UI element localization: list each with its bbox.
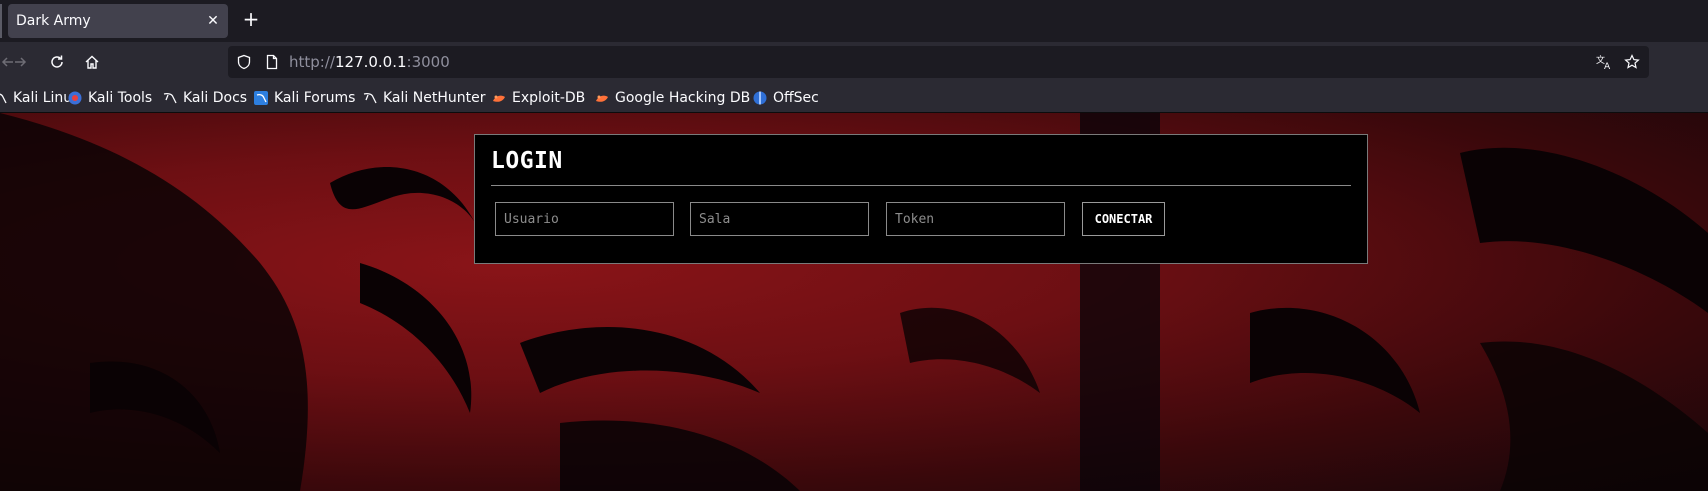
tab-close-icon[interactable]: ✕ bbox=[204, 12, 222, 30]
tab-title: Dark Army bbox=[16, 13, 91, 29]
arrow-right-icon bbox=[15, 57, 27, 67]
username-input[interactable] bbox=[495, 202, 674, 236]
bookmark-google-hacking-db[interactable]: Google Hacking DB bbox=[594, 88, 750, 108]
bookmark-kali-tools[interactable]: Kali Tools bbox=[67, 88, 152, 108]
bookmark-kali-nethunter[interactable]: Kali NetHunter bbox=[362, 88, 485, 108]
bookmark-exploit-db[interactable]: Exploit-DB bbox=[491, 88, 585, 108]
tab-strip: Dark Army ✕ + bbox=[0, 0, 1708, 42]
shield-icon[interactable] bbox=[236, 54, 252, 70]
reload-button[interactable] bbox=[43, 48, 71, 76]
bookmarks-toolbar: Kali Linux Kali Tools Kali Docs Kali For… bbox=[0, 82, 1708, 113]
kali-dragon-icon bbox=[162, 90, 178, 106]
home-button[interactable] bbox=[78, 48, 106, 76]
bookmark-offsec[interactable]: OffSec bbox=[752, 88, 819, 108]
url-text[interactable]: http://127.0.0.1:3000 bbox=[289, 53, 450, 71]
new-tab-icon[interactable]: + bbox=[240, 8, 262, 30]
bookmark-label: Kali Tools bbox=[88, 90, 153, 106]
page-content: LOGIN CONECTAR bbox=[0, 113, 1708, 491]
reload-icon bbox=[51, 55, 63, 68]
login-title: LOGIN bbox=[491, 148, 563, 174]
home-icon bbox=[85, 55, 99, 69]
bookmark-label: OffSec bbox=[773, 90, 819, 106]
active-tab[interactable]: Dark Army ✕ bbox=[8, 4, 228, 38]
translate-icon[interactable]: 文A bbox=[1596, 54, 1613, 70]
svg-text:A: A bbox=[1604, 62, 1611, 70]
url-port: :3000 bbox=[406, 53, 450, 71]
kali-dragon-icon bbox=[0, 90, 8, 106]
kali-tools-icon bbox=[67, 90, 83, 106]
bookmark-kali-docs[interactable]: Kali Docs bbox=[162, 88, 247, 108]
bookmark-kali-forums[interactable]: Kali Forums bbox=[253, 88, 355, 108]
bookmark-label: Google Hacking DB bbox=[615, 90, 751, 106]
bookmark-label: Kali Docs bbox=[183, 90, 248, 106]
star-icon[interactable] bbox=[1624, 54, 1640, 70]
page-info-icon[interactable] bbox=[264, 54, 280, 70]
kali-forums-icon bbox=[253, 90, 269, 106]
token-input[interactable] bbox=[886, 202, 1065, 236]
title-divider bbox=[491, 185, 1351, 186]
tab-strip-edge bbox=[0, 4, 2, 38]
url-scheme: http:// bbox=[289, 53, 335, 71]
offsec-icon bbox=[752, 90, 768, 106]
navigation-bar: http://127.0.0.1:3000 文A bbox=[0, 42, 1708, 82]
room-input[interactable] bbox=[690, 202, 869, 236]
bookmark-label: Kali NetHunter bbox=[383, 90, 486, 106]
login-panel: LOGIN CONECTAR bbox=[474, 134, 1368, 264]
forward-button[interactable] bbox=[6, 48, 34, 76]
bookmark-label: Exploit-DB bbox=[512, 90, 586, 106]
exploit-db-icon bbox=[491, 90, 507, 106]
bookmark-label: Kali Forums bbox=[274, 90, 356, 106]
connect-button[interactable]: CONECTAR bbox=[1082, 202, 1165, 236]
url-host: 127.0.0.1 bbox=[334, 53, 407, 71]
kali-dragon-icon bbox=[362, 90, 378, 106]
exploit-db-icon bbox=[594, 90, 610, 106]
url-bar[interactable]: http://127.0.0.1:3000 文A bbox=[228, 46, 1649, 78]
